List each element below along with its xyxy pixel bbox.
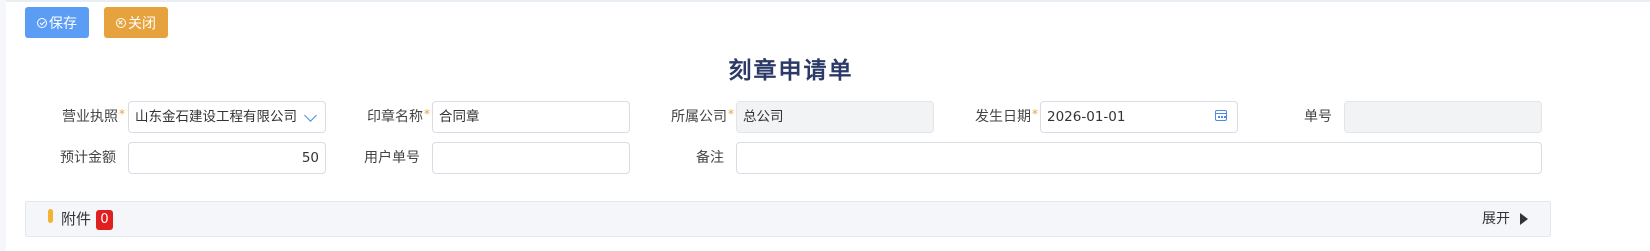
seal-name-value: 合同章 [439, 109, 480, 125]
page-title: 刻章申请单 [728, 58, 854, 84]
company-label-text: 所属公司 [671, 109, 727, 125]
estimated-amount-label: 预计金额 [40, 142, 116, 174]
doc-no-label-text: 单号 [1304, 109, 1332, 125]
seal-name-label-text: 印章名称 [367, 109, 423, 125]
expand-button[interactable]: 展开 [1482, 202, 1510, 236]
estimated-amount-input[interactable]: 50 [128, 142, 326, 174]
date-picker[interactable]: 2026-01-01 [1040, 101, 1238, 133]
required-mark: * [119, 107, 125, 121]
attachment-label: 附件 [61, 210, 92, 228]
date-label: 发生日期* [958, 101, 1038, 133]
company-label: 所属公司* [654, 101, 734, 133]
seal-name-label: 印章名称* [350, 101, 430, 133]
close-button[interactable]: 关闭 [104, 7, 168, 38]
remark-label: 备注 [654, 142, 724, 174]
left-border [0, 0, 6, 251]
date-label-text: 发生日期 [975, 109, 1031, 125]
business-license-select[interactable]: 山东金石建设工程有限公司 [128, 101, 326, 133]
calendar-icon[interactable] [1215, 110, 1227, 121]
company-field: 总公司 [736, 101, 934, 133]
remark-label-text: 备注 [696, 150, 724, 166]
doc-no-field [1344, 101, 1542, 133]
required-mark: * [424, 107, 430, 121]
remark-input[interactable] [736, 142, 1542, 174]
caret-right-icon[interactable] [1520, 213, 1528, 225]
check-circle-icon [37, 17, 47, 28]
business-license-value: 山东金石建设工程有限公司 [135, 109, 297, 125]
business-license-label: 营业执照* [40, 101, 125, 133]
close-button-label: 关闭 [128, 15, 156, 32]
attachment-panel-header[interactable]: 附件 0 展开 [25, 201, 1551, 237]
user-doc-no-label-text: 用户单号 [364, 150, 420, 166]
user-doc-no-label: 用户单号 [350, 142, 420, 174]
user-doc-no-input[interactable] [432, 142, 630, 174]
estimated-amount-label-text: 预计金额 [60, 150, 116, 166]
estimated-amount-value: 50 [301, 150, 319, 166]
doc-no-label: 单号 [1262, 101, 1332, 133]
company-value: 总公司 [743, 109, 784, 125]
required-mark: * [728, 107, 734, 121]
close-circle-icon [116, 17, 126, 28]
top-border [0, 0, 1650, 2]
section-marker [48, 209, 53, 223]
attachment-count-badge: 0 [96, 210, 113, 230]
date-value: 2026-01-01 [1047, 109, 1126, 125]
business-license-label-text: 营业执照 [62, 109, 118, 125]
save-button[interactable]: 保存 [25, 7, 89, 38]
chevron-down-icon[interactable] [304, 109, 317, 122]
seal-name-input[interactable]: 合同章 [432, 101, 630, 133]
save-button-label: 保存 [49, 15, 77, 32]
required-mark: * [1032, 107, 1038, 121]
